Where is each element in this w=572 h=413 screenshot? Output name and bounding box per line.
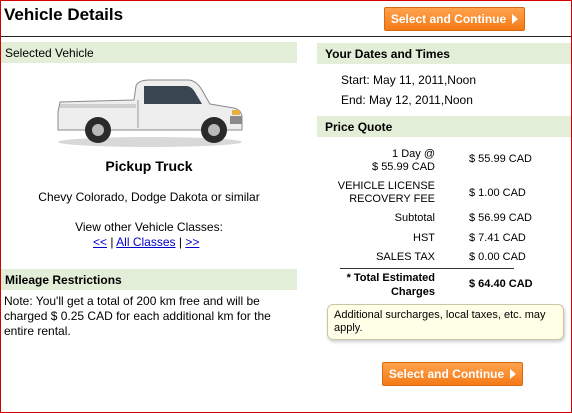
button-label: Select and Continue: [388, 367, 505, 381]
price-row-value: $ 55.99 CAD: [469, 153, 532, 165]
total-value: $ 64.40 CAD: [469, 278, 533, 290]
mileage-note: Note: You'll get a total of 200 km free …: [4, 294, 271, 338]
vehicle-name: Pickup Truck: [105, 158, 193, 174]
end-value: May 12, 2011,Noon: [369, 93, 473, 107]
price-row-label: VEHICLE LICENSE RECOVERY FEE: [337, 180, 435, 205]
section-label: Your Dates and Times: [325, 46, 450, 61]
mileage-header: Mileage Restrictions: [1, 269, 297, 290]
all-classes-link[interactable]: All Classes: [116, 235, 175, 249]
price-row-label: 1 Day @ $ 55.99 CAD: [372, 148, 435, 173]
start-date-row: Start: May 11, 2011,Noon: [341, 73, 476, 87]
other-classes-label: View other Vehicle Classes:: [75, 220, 223, 234]
total-divider: [340, 268, 514, 269]
title-divider: [1, 36, 571, 37]
price-row-value: $ 0.00 CAD: [469, 251, 526, 263]
next-class-link[interactable]: >>: [185, 235, 199, 249]
class-navigation: << | All Classes | >>: [93, 235, 199, 249]
button-label: Select and Continue: [390, 12, 507, 26]
selected-vehicle-header: Selected Vehicle: [1, 42, 297, 63]
start-value: May 11, 2011,Noon: [373, 73, 476, 87]
arrow-right-icon: [510, 369, 517, 379]
price-row-value: $ 1.00 CAD: [469, 187, 526, 199]
prev-class-link[interactable]: <<: [93, 235, 107, 249]
end-date-row: End: May 12, 2011,Noon: [341, 93, 473, 107]
price-row-value: $ 56.99 CAD: [469, 212, 532, 224]
arrow-right-icon: [512, 14, 519, 24]
dates-header: Your Dates and Times: [317, 43, 571, 64]
section-label: Mileage Restrictions: [5, 272, 122, 287]
surcharge-note: Additional surcharges, local taxes, etc.…: [327, 304, 564, 340]
price-row-label: HST: [413, 232, 435, 244]
section-label: Price Quote: [325, 119, 393, 134]
price-row-label: SALES TAX: [376, 251, 435, 263]
separator: |: [110, 235, 114, 249]
total-label: * Total Estimated Charges: [346, 272, 435, 298]
vehicle-models: Chevy Colorado, Dodge Dakota or similar: [38, 190, 260, 204]
select-continue-button-top[interactable]: Select and Continue: [384, 7, 525, 31]
end-label: End:: [341, 93, 366, 107]
start-label: Start:: [341, 73, 370, 87]
price-quote-header: Price Quote: [317, 116, 571, 137]
price-row-label: Subtotal: [394, 212, 435, 224]
select-continue-button-bottom[interactable]: Select and Continue: [382, 362, 523, 386]
separator: |: [178, 235, 182, 249]
page-title: Vehicle Details: [4, 5, 124, 24]
section-label: Selected Vehicle: [5, 45, 94, 60]
pickup-truck-image: [57, 79, 243, 147]
price-row-value: $ 7.41 CAD: [469, 232, 526, 244]
